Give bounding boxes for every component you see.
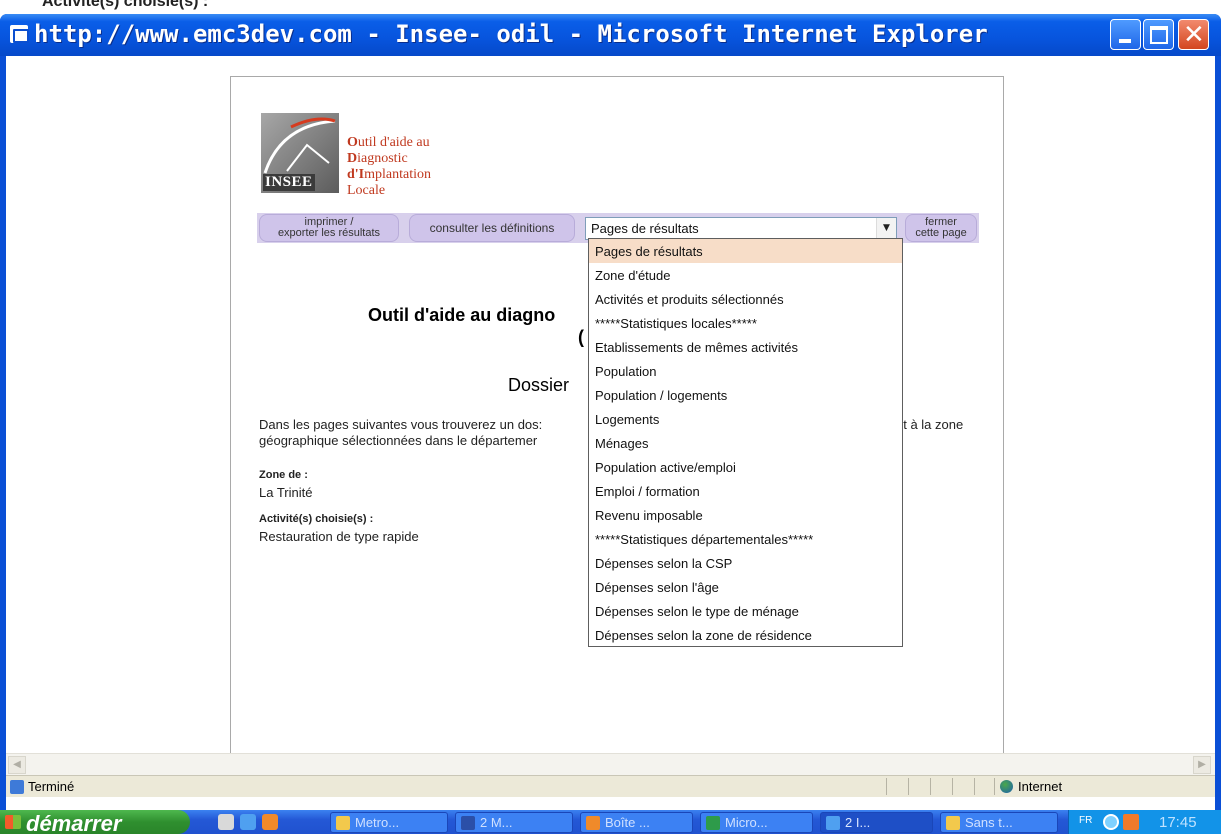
system-tray: FR 17:45 [1068, 810, 1221, 834]
window-title: http://www.emc3dev.com - Insee- odil - M… [34, 20, 988, 48]
task-app-icon [706, 816, 720, 830]
app-tray-icon[interactable] [1123, 814, 1139, 830]
select-value: Pages de résultats [591, 221, 699, 236]
windows-flag-icon [5, 815, 21, 829]
page-title-continuation: ( [578, 327, 584, 347]
title-bar[interactable]: http://www.emc3dev.com - Insee- odil - M… [0, 14, 1221, 56]
close-page-button[interactable]: fermer cette page [905, 214, 977, 242]
status-divider [908, 778, 909, 795]
dropdown-option[interactable]: Population active/emploi [589, 455, 902, 479]
activity-label: Activité(s) choisie(s) : [259, 513, 374, 525]
task-app-icon [336, 816, 350, 830]
activity-value: Restauration de type rapide [259, 529, 419, 544]
scroll-left-icon[interactable]: ◀ [8, 756, 26, 774]
dropdown-option[interactable]: Emploi / formation [589, 479, 902, 503]
chevron-down-icon[interactable]: ▼ [876, 218, 896, 239]
task-label: 2 I... [845, 815, 871, 830]
task-label: Micro... [725, 815, 768, 830]
status-divider [974, 778, 975, 795]
close-button[interactable]: ✕ [1178, 19, 1209, 50]
status-bar: Terminé Internet [6, 775, 1215, 797]
dropdown-option[interactable]: *****Statistiques locales***** [589, 311, 902, 335]
minimize-icon [1119, 39, 1131, 43]
task-app-icon [826, 816, 840, 830]
zone-label: Zone de : [259, 469, 308, 481]
browser-window: http://www.emc3dev.com - Insee- odil - M… [0, 14, 1221, 810]
language-indicator[interactable]: FR [1079, 815, 1092, 826]
browser-client-area: INSEE Outil d'aide au Diagnostic d'Impla… [6, 56, 1215, 810]
insee-logo-mark: INSEE [261, 113, 339, 193]
logo-insee-text: INSEE [263, 174, 315, 191]
dropdown-option[interactable]: Dépenses selon le type de ménage [589, 599, 902, 623]
intro-text-line-1-end: et à la zone [896, 417, 964, 432]
ie-quicklaunch-icon[interactable] [240, 814, 256, 830]
status-text: Terminé [28, 779, 75, 794]
zone-value: La Trinité [259, 485, 313, 500]
taskbar-task-button[interactable]: 2 I... [820, 812, 933, 833]
dossier-heading: Dossier [508, 375, 570, 395]
status-divider [952, 778, 953, 795]
scroll-right-icon[interactable]: ▶ [1193, 756, 1211, 774]
task-app-icon [461, 816, 475, 830]
odil-logo: INSEE Outil d'aide au Diagnostic d'Impla… [261, 113, 481, 203]
start-button[interactable]: démarrer [0, 810, 190, 836]
internet-zone-icon [1000, 780, 1013, 793]
network-tray-icon[interactable] [1103, 814, 1119, 830]
print-export-button[interactable]: imprimer / exporter les résultats [259, 214, 399, 242]
task-label: Sans t... [965, 815, 1013, 830]
task-label: Metro... [355, 815, 400, 830]
dropdown-option[interactable]: Dépenses selon la CSP [589, 551, 902, 575]
taskbar-task-button[interactable]: Metro... [330, 812, 448, 833]
dropdown-option[interactable]: Revenu imposable [589, 503, 902, 527]
logo-wordmark: Outil d'aide au Diagnostic d'Implantatio… [347, 135, 432, 198]
maximize-icon [1150, 26, 1168, 44]
dropdown-option[interactable]: Logements [589, 407, 902, 431]
results-page-dropdown-list[interactable]: Pages de résultats Zone d'étude Activités … [588, 238, 903, 647]
dropdown-option[interactable]: Pages de résultats [589, 239, 902, 263]
ie-page-icon [10, 25, 29, 43]
task-app-icon [946, 816, 960, 830]
taskbar: démarrer Metro... 2 M... Boîte ... Micro...… [0, 810, 1221, 836]
page-status-icon [10, 780, 24, 794]
taskbar-task-button[interactable]: 2 M... [455, 812, 573, 833]
media-quicklaunch-icon[interactable] [262, 814, 278, 830]
intro-text-line-2: géographique sélectionnées dans le dépar… [259, 433, 538, 448]
dropdown-option[interactable]: Population / logements [589, 383, 902, 407]
taskbar-task-button[interactable]: Boîte ... [580, 812, 693, 833]
dropdown-option[interactable]: *****Statistiques départementales***** [589, 527, 902, 551]
clock: 17:45 [1159, 814, 1197, 831]
page-viewport: INSEE Outil d'aide au Diagnostic d'Impla… [6, 56, 1215, 753]
taskbar-task-button[interactable]: Sans t... [940, 812, 1058, 833]
dropdown-option[interactable]: Dépenses selon la zone de résidence [589, 623, 902, 647]
intro-text-line-1: Dans les pages suivantes vous trouverez … [259, 417, 543, 432]
status-divider [886, 778, 887, 795]
task-label: 2 M... [480, 815, 513, 830]
dropdown-option[interactable]: Ménages [589, 431, 902, 455]
status-divider [930, 778, 931, 795]
horizontal-scrollbar[interactable]: ◀ ▶ [6, 753, 1215, 775]
page-title: Outil d'aide au diagno [368, 305, 556, 325]
task-label: Boîte ... [605, 815, 650, 830]
maximize-button[interactable] [1143, 19, 1174, 50]
dropdown-option[interactable]: Dépenses selon l'âge [589, 575, 902, 599]
results-page-select[interactable]: Pages de résultats ▼ [585, 217, 897, 240]
clipped-top-text: Activité(s) choisie(s) : [0, 0, 1221, 14]
taskbar-task-button[interactable]: Micro... [700, 812, 813, 833]
desktop-quicklaunch-icon[interactable] [218, 814, 234, 830]
dropdown-option[interactable]: Etablissements de mêmes activités [589, 335, 902, 359]
dropdown-option[interactable]: Zone d'étude [589, 263, 902, 287]
security-zone-text: Internet [1018, 779, 1063, 794]
status-divider [994, 778, 995, 795]
task-app-icon [586, 816, 600, 830]
minimize-button[interactable] [1110, 19, 1141, 50]
close-icon: ✕ [1183, 20, 1205, 50]
definitions-button[interactable]: consulter les définitions [409, 214, 575, 242]
dropdown-option[interactable]: Population [589, 359, 902, 383]
dropdown-option[interactable]: Activités et produits sélectionnés [589, 287, 902, 311]
